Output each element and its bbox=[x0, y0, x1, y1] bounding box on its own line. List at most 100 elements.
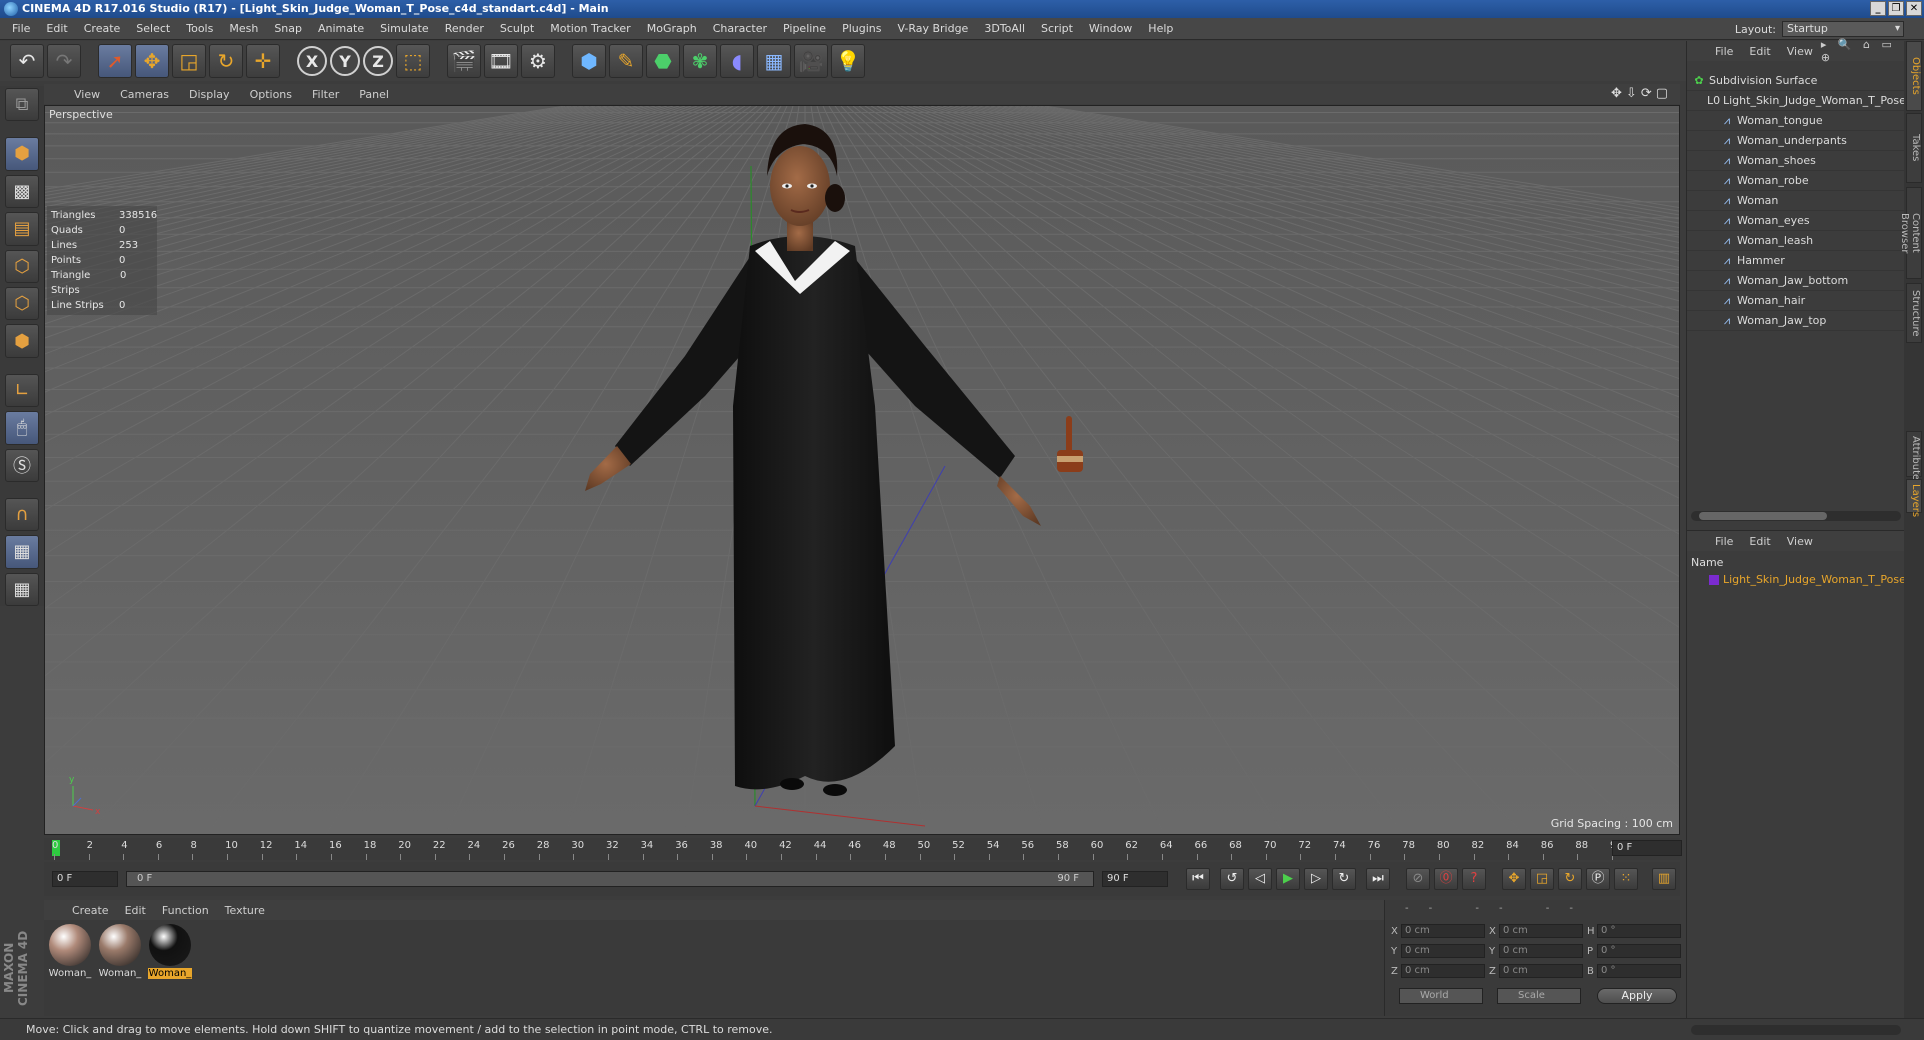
object-list-item[interactable]: ⩘ Woman_underpants bbox=[1687, 131, 1905, 151]
viewport-menu-cameras[interactable]: Cameras bbox=[110, 88, 179, 101]
object-list-item[interactable]: ⩘ Woman bbox=[1687, 191, 1905, 211]
live-selection-icon[interactable]: ➚ bbox=[98, 44, 132, 78]
material-menu-create[interactable]: Create bbox=[64, 904, 117, 917]
menu-tools[interactable]: Tools bbox=[178, 18, 221, 40]
preview-range-slider[interactable]: 0 F 90 F bbox=[126, 871, 1094, 887]
floor-icon[interactable]: ▦ bbox=[757, 44, 791, 78]
coordinate-value-field[interactable]: 0 cm bbox=[1499, 924, 1583, 938]
lock-workplane-icon[interactable]: ▦ bbox=[5, 535, 39, 569]
menu-v-ray-bridge[interactable]: V-Ray Bridge bbox=[889, 18, 976, 40]
menu-plugins[interactable]: Plugins bbox=[834, 18, 889, 40]
material-menu-function[interactable]: Function bbox=[154, 904, 217, 917]
texture-mode-icon[interactable]: ▩ bbox=[5, 174, 39, 209]
object-menu-file[interactable]: File bbox=[1707, 45, 1741, 58]
redo-icon[interactable]: ↷ bbox=[47, 44, 81, 78]
cloner-icon[interactable]: ✾ bbox=[683, 44, 717, 78]
object-list-item[interactable]: ⩘ Woman_hair bbox=[1687, 291, 1905, 311]
go-to-start-icon[interactable]: ⏮ bbox=[1186, 868, 1210, 890]
menu-edit[interactable]: Edit bbox=[38, 18, 75, 40]
viewport-navigation-icons[interactable]: ✥⇩⟳▢ bbox=[1611, 86, 1672, 101]
points-mode-icon[interactable]: ⬡ bbox=[5, 249, 39, 283]
tweak-mode-icon[interactable]: 🖱 bbox=[5, 411, 39, 445]
viewport-menu-display[interactable]: Display bbox=[179, 88, 240, 101]
object-list-item[interactable]: ⩘ Woman_Jaw_bottom bbox=[1687, 271, 1905, 291]
pen-spline-icon[interactable]: ✎ bbox=[609, 44, 643, 78]
keyframe-selection-icon[interactable]: ? bbox=[1462, 868, 1486, 890]
menu-motion-tracker[interactable]: Motion Tracker bbox=[542, 18, 638, 40]
object-list-item[interactable]: ⩘ Woman_Jaw_top bbox=[1687, 311, 1905, 331]
camera-icon[interactable]: 🎥 bbox=[794, 44, 828, 78]
y-axis-lock-button[interactable]: Y bbox=[330, 46, 360, 76]
undo-icon[interactable]: ↶ bbox=[10, 44, 44, 78]
object-menu-view[interactable]: View bbox=[1779, 45, 1821, 58]
x-axis-lock-button[interactable]: X bbox=[297, 46, 327, 76]
material-menu-texture[interactable]: Texture bbox=[217, 904, 273, 917]
coordinate-value-field[interactable]: 0 cm bbox=[1401, 964, 1485, 978]
menu-file[interactable]: File bbox=[4, 18, 38, 40]
object-list-item[interactable]: ⩘ Hammer bbox=[1687, 251, 1905, 271]
play-icon[interactable]: ▶ bbox=[1276, 868, 1300, 890]
size-mode-dropdown[interactable]: Scale bbox=[1497, 988, 1581, 1004]
menu-mograph[interactable]: MoGraph bbox=[639, 18, 705, 40]
deformer-icon[interactable]: ◖ bbox=[720, 44, 754, 78]
cube-primitive-icon[interactable]: ⬢ bbox=[572, 44, 606, 78]
side-tab-attributes[interactable]: Attributes bbox=[1906, 431, 1922, 485]
go-to-end-icon[interactable]: ⏭ bbox=[1366, 868, 1390, 890]
layout-dropdown[interactable]: Startup bbox=[1782, 21, 1904, 37]
workplane-mode-icon[interactable]: ▤ bbox=[5, 212, 39, 246]
side-tab-layers[interactable]: Layers bbox=[1906, 479, 1922, 517]
close-button[interactable]: ✕ bbox=[1906, 1, 1922, 16]
apply-button[interactable]: Apply bbox=[1597, 988, 1677, 1004]
polygons-mode-icon[interactable]: ⬢ bbox=[5, 324, 39, 358]
material-swatch[interactable]: Woman_ bbox=[148, 924, 192, 984]
menu-character[interactable]: Character bbox=[705, 18, 775, 40]
layer-item[interactable]: Light_Skin_Judge_Woman_T_Pose bbox=[1687, 571, 1904, 589]
edges-mode-icon[interactable]: ⬡ bbox=[5, 286, 39, 321]
menu-select[interactable]: Select bbox=[128, 18, 178, 40]
coordinate-system-icon[interactable]: ⬚ bbox=[396, 44, 430, 78]
menu-sculpt[interactable]: Sculpt bbox=[492, 18, 542, 40]
coordinate-value-field[interactable]: 0 ° bbox=[1597, 944, 1681, 958]
magnet-icon[interactable]: ∩ bbox=[5, 497, 39, 532]
subdivision-surface-icon[interactable]: ⬣ bbox=[646, 44, 680, 78]
planar-workplane-icon[interactable]: ▦ bbox=[5, 572, 39, 607]
recent-tool-icon[interactable]: ✛ bbox=[246, 44, 280, 78]
next-key-icon[interactable]: ↻ bbox=[1332, 868, 1356, 890]
layer-menu-edit[interactable]: Edit bbox=[1741, 535, 1778, 548]
rotate-tool-icon[interactable]: ↻ bbox=[209, 44, 243, 78]
menu-3dtoall[interactable]: 3DToAll bbox=[976, 18, 1033, 40]
object-list-item[interactable]: ✿ Subdivision Surface bbox=[1687, 71, 1905, 91]
object-list-scrollbar[interactable] bbox=[1691, 511, 1901, 521]
side-tab-structure[interactable]: Structure bbox=[1906, 283, 1922, 343]
coordinate-value-field[interactable]: 0 cm bbox=[1401, 944, 1485, 958]
material-swatch[interactable]: Woman_ bbox=[48, 924, 92, 984]
menu-simulate[interactable]: Simulate bbox=[372, 18, 437, 40]
snap-icon[interactable]: Ⓢ bbox=[5, 448, 39, 482]
coordinate-value-field[interactable]: 0 ° bbox=[1597, 924, 1681, 938]
coordinate-value-field[interactable]: 0 cm bbox=[1401, 924, 1485, 938]
object-list-item[interactable]: ⩘ Woman_eyes bbox=[1687, 211, 1905, 231]
side-tab-content-browser[interactable]: Content Browser bbox=[1899, 187, 1922, 279]
start-frame-field[interactable]: 0 F bbox=[52, 871, 118, 887]
render-settings-icon[interactable]: ⚙ bbox=[521, 44, 555, 78]
model-mode-icon[interactable]: ⬢ bbox=[5, 137, 39, 171]
object-list-item[interactable]: ⩘ Woman_robe bbox=[1687, 171, 1905, 191]
material-swatch[interactable]: Woman_ bbox=[98, 924, 142, 984]
timeline-window-icon[interactable]: ▥ bbox=[1652, 868, 1676, 890]
timeline-ruler[interactable]: 0 2 4 6 8 10 12 14 16 18 20 22 24 26 28 30 32 34 36 38 40 42 4… bbox=[44, 838, 1680, 860]
viewport-menu-view[interactable]: View bbox=[64, 88, 110, 101]
viewport-menu-options[interactable]: Options bbox=[240, 88, 302, 101]
record-point-level-icon[interactable]: ⁙ bbox=[1614, 868, 1638, 890]
3d-viewport[interactable]: y x Perspective Triangles 338516 Quads 0 Lin… bbox=[44, 105, 1680, 835]
menu-mesh[interactable]: Mesh bbox=[221, 18, 266, 40]
object-list-item[interactable]: ⩘ Woman_leash bbox=[1687, 231, 1905, 251]
menu-animate[interactable]: Animate bbox=[310, 18, 372, 40]
record-parameter-icon[interactable]: Ⓟ bbox=[1586, 868, 1610, 890]
previous-key-icon[interactable]: ↺ bbox=[1220, 868, 1244, 890]
record-active-objects-icon[interactable]: ⊘ bbox=[1406, 868, 1430, 890]
current-frame-field[interactable]: 0 F bbox=[1612, 840, 1682, 856]
axis-mode-icon[interactable]: ∟ bbox=[5, 373, 39, 408]
menu-help[interactable]: Help bbox=[1140, 18, 1181, 40]
make-editable-icon[interactable]: ⧉ bbox=[5, 88, 39, 122]
coordinate-space-dropdown[interactable]: World bbox=[1399, 988, 1483, 1004]
